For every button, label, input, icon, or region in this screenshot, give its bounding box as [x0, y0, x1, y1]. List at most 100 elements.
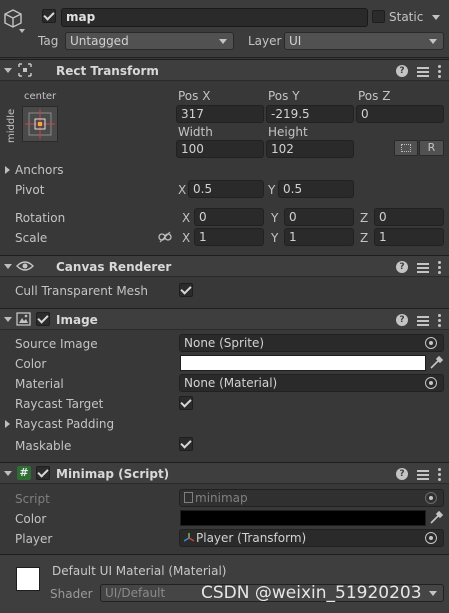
presets-icon[interactable]	[417, 314, 429, 326]
static-toggle[interactable]	[372, 10, 385, 23]
raw-edit-button[interactable]: R	[419, 140, 444, 156]
presets-icon[interactable]	[417, 65, 429, 77]
gameobject-header: map Static Tag Untagged Layer UI	[0, 0, 449, 58]
material-title: Default UI Material (Material)	[52, 564, 227, 578]
image-enabled-checkbox[interactable]	[36, 312, 50, 326]
anchors-foldout[interactable]	[5, 166, 10, 174]
player-label: Player	[15, 532, 53, 546]
width-field[interactable]: 100	[176, 140, 264, 158]
object-picker-icon[interactable]	[425, 377, 437, 389]
image-header[interactable]: Image ?	[0, 308, 449, 330]
image-icon	[16, 312, 31, 326]
scale-y-field[interactable]: 1	[284, 228, 354, 246]
minimap-enabled-checkbox[interactable]	[36, 466, 50, 480]
material-preview-thumbnail	[16, 567, 40, 591]
kebab-menu-icon[interactable]	[438, 467, 441, 481]
component-header-icons: ?	[396, 312, 441, 328]
chevron-down-icon	[219, 39, 227, 44]
material-field[interactable]: None (Material)	[179, 374, 444, 392]
pos-z-label: Pos Z	[358, 89, 391, 103]
rect-transform-header[interactable]: Rect Transform ?	[0, 59, 449, 81]
script-icon: #	[17, 466, 31, 480]
height-field[interactable]: 102	[266, 140, 354, 158]
cull-transparent-mesh-label: Cull Transparent Mesh	[15, 284, 148, 298]
cull-transparent-mesh-checkbox[interactable]	[179, 283, 193, 297]
rotation-x-field[interactable]: 0	[194, 208, 264, 226]
kebab-menu-icon[interactable]	[438, 260, 441, 274]
foldout-arrow[interactable]	[4, 471, 12, 476]
cube-icon	[2, 8, 24, 30]
active-toggle[interactable]	[42, 9, 56, 23]
presets-icon[interactable]	[417, 468, 429, 480]
help-icon[interactable]: ?	[396, 314, 408, 326]
maskable-label: Maskable	[15, 439, 72, 453]
scale-z-field[interactable]: 1	[374, 228, 444, 246]
kebab-menu-icon[interactable]	[438, 64, 441, 78]
minimap-color-label: Color	[15, 512, 47, 526]
kebab-menu-icon[interactable]	[438, 313, 441, 327]
raycast-padding-foldout[interactable]	[5, 420, 10, 428]
foldout-arrow[interactable]	[4, 68, 12, 73]
raycast-target-checkbox[interactable]	[179, 396, 193, 410]
rotation-z-axis: Z	[360, 211, 369, 225]
player-field[interactable]: Player (Transform)	[179, 529, 444, 547]
pivot-y-field[interactable]: 0.5	[278, 180, 354, 198]
foldout-arrow[interactable]	[4, 317, 12, 322]
foldout-arrow[interactable]	[4, 264, 12, 269]
shader-value: UI/Default	[105, 586, 166, 600]
maskable-checkbox[interactable]	[179, 437, 193, 451]
layer-dropdown[interactable]: UI	[284, 32, 444, 50]
minimap-script-header[interactable]: # Minimap (Script) ?	[0, 462, 449, 484]
layer-value: UI	[289, 34, 302, 48]
eyedropper-icon[interactable]	[428, 355, 444, 371]
name-field[interactable]: map	[61, 8, 368, 27]
script-file-icon	[184, 492, 193, 503]
eyedropper-icon[interactable]	[428, 510, 444, 526]
tag-value: Untagged	[70, 34, 129, 48]
component-header-icons: ?	[396, 259, 441, 275]
blueprint-icon	[401, 144, 411, 152]
material-label: Material	[15, 377, 64, 391]
presets-icon[interactable]	[417, 261, 429, 273]
raycast-target-label: Raycast Target	[15, 397, 104, 411]
anchor-preset-button[interactable]	[22, 106, 58, 142]
canvas-renderer-header[interactable]: Canvas Renderer ?	[0, 255, 449, 277]
pos-y-label: Pos Y	[268, 89, 300, 103]
raycast-padding-label[interactable]: Raycast Padding	[15, 416, 114, 432]
object-picker-icon[interactable]	[425, 337, 437, 349]
anchor-h-label: center	[24, 91, 57, 102]
source-image-field[interactable]: None (Sprite)	[179, 334, 444, 352]
help-icon[interactable]: ?	[396, 261, 408, 273]
chevron-down-icon[interactable]	[19, 29, 25, 33]
watermark: CSDN @weixin_51920203	[201, 583, 422, 603]
help-icon[interactable]: ?	[396, 65, 408, 77]
transform-icon	[183, 531, 195, 542]
canvas-renderer-title: Canvas Renderer	[56, 260, 172, 274]
link-icon[interactable]	[158, 231, 172, 243]
image-title: Image	[56, 313, 98, 327]
color-swatch[interactable]	[180, 355, 426, 371]
rotation-y-field[interactable]: 0	[284, 208, 354, 226]
component-header-icons: ?	[396, 63, 441, 79]
scale-y-axis: Y	[271, 231, 279, 245]
object-picker-icon[interactable]	[425, 532, 437, 544]
color-label: Color	[15, 357, 47, 371]
scale-x-field[interactable]: 1	[194, 228, 264, 246]
script-value: minimap	[195, 491, 248, 505]
help-icon[interactable]: ?	[396, 468, 408, 480]
pos-y-field[interactable]: -219.5	[266, 105, 354, 123]
pivot-x-field[interactable]: 0.5	[188, 180, 264, 198]
script-field: minimap	[179, 489, 444, 507]
anchors-label[interactable]: Anchors	[15, 162, 64, 178]
script-label: Script	[15, 492, 50, 506]
pos-x-field[interactable]: 317	[176, 105, 264, 123]
eye-icon	[16, 260, 34, 272]
rotation-z-field[interactable]: 0	[374, 208, 444, 226]
pos-z-field[interactable]: 0	[356, 105, 444, 123]
tag-label: Tag	[38, 34, 59, 48]
source-image-value: None (Sprite)	[184, 336, 265, 350]
minimap-color-swatch[interactable]	[180, 510, 426, 526]
static-dropdown-arrow[interactable]	[432, 15, 440, 20]
tag-dropdown[interactable]: Untagged	[65, 32, 234, 50]
blueprint-mode-button[interactable]	[394, 140, 418, 156]
